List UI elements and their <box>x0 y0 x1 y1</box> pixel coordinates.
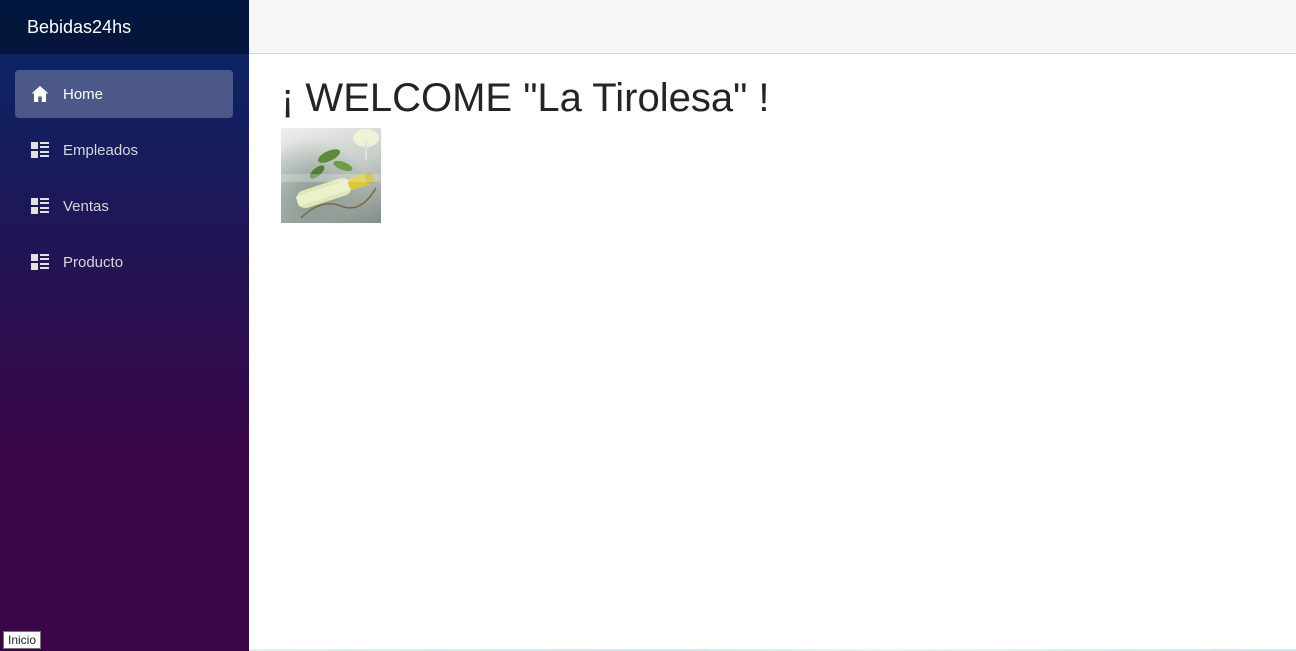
main-area: ¡ WELCOME "La Tirolesa" ! <box>249 0 1296 651</box>
sidebar-item-label: Empleados <box>63 141 139 159</box>
brand-link[interactable]: Bebidas24hs <box>27 17 131 38</box>
sidebar-item-empleados[interactable]: Empleados <box>15 126 233 174</box>
top-row <box>249 0 1296 54</box>
sidebar-item-label: Ventas <box>63 197 109 215</box>
list-icon <box>30 196 50 216</box>
wine-bottle-photo <box>281 128 381 227</box>
app-window: Bebidas24hs Home Empleados Ventas Produc… <box>0 0 1296 651</box>
page-title: ¡ WELCOME "La Tirolesa" ! <box>281 76 770 120</box>
content: ¡ WELCOME "La Tirolesa" ! <box>249 54 1296 227</box>
sidebar-item-label: Producto <box>63 253 124 271</box>
sidebar-item-producto[interactable]: Producto <box>15 238 233 286</box>
sidebar: Bebidas24hs Home Empleados Ventas Produc… <box>0 0 249 651</box>
sidebar-item-ventas[interactable]: Ventas <box>15 182 233 230</box>
status-tooltip: Inicio <box>3 631 42 649</box>
list-icon <box>30 140 50 160</box>
sidebar-item-label: Home <box>63 85 104 103</box>
list-icon <box>30 252 50 272</box>
brand-bar: Bebidas24hs <box>0 0 249 54</box>
sidebar-item-home[interactable]: Home <box>15 70 233 118</box>
home-icon <box>30 84 50 104</box>
nav-menu: Home Empleados Ventas Producto <box>0 54 249 286</box>
